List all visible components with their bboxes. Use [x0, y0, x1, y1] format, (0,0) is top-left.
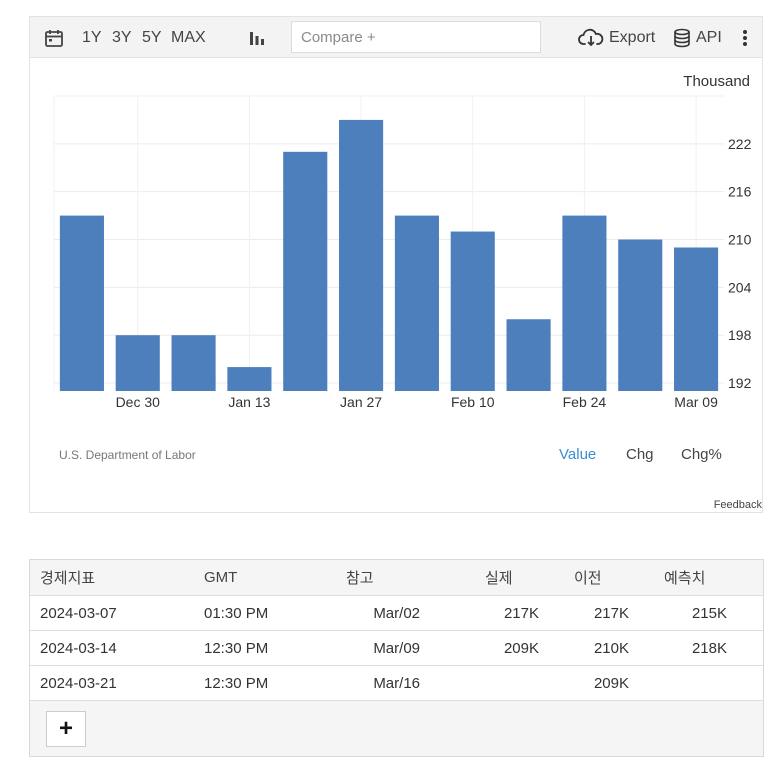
cell-previous: 209K	[593, 674, 629, 692]
table-row: 2024-03-07 01:30 PM Mar/02 217K 217K 215K	[30, 596, 763, 631]
cell-reference: Mar/02	[373, 604, 420, 622]
y-tick-label: 210	[728, 232, 752, 248]
bar-dec-30	[115, 335, 160, 391]
cell-actual	[450, 666, 539, 700]
source-label: U.S. Department of Labor	[59, 448, 196, 462]
x-tick-label: Mar 09	[674, 394, 718, 410]
view-value-option[interactable]: Value	[559, 446, 596, 463]
x-tick-label: Dec 30	[116, 394, 161, 410]
bar-jan-27	[339, 119, 384, 392]
cell-date: 2024-03-21	[40, 674, 117, 692]
x-tick-label: Jan 13	[228, 394, 270, 410]
y-tick-label: 192	[728, 375, 752, 391]
header-gmt: GMT	[204, 569, 238, 586]
cell-date: 2024-03-14	[40, 639, 117, 657]
header-actual: 실제	[485, 570, 513, 587]
table-header: 경제지표 GMT 참고 실제 이전 예측치	[30, 560, 763, 596]
y-tick-label: 216	[728, 184, 752, 200]
bar-jan-13	[227, 367, 272, 391]
cell-time: 12:30 PM	[204, 639, 269, 657]
table-body: 2024-03-07 01:30 PM Mar/02 217K 217K 215K 2024…	[30, 596, 763, 701]
y-tick-label: 204	[728, 279, 752, 295]
cell-forecast: 215K	[691, 604, 727, 622]
y-tick-label: 222	[728, 136, 752, 152]
cell-time: 01:30 PM	[204, 604, 269, 622]
header-indicator: 경제지표	[40, 570, 96, 587]
cell-reference: Mar/16	[373, 674, 420, 692]
table-footer: +	[30, 701, 763, 756]
bar-feb-24	[562, 215, 607, 391]
y-tick-label: 198	[728, 327, 752, 343]
bar-mar-02	[618, 239, 663, 391]
cell-reference: Mar/09	[373, 639, 420, 657]
cell-forecast: 218K	[691, 639, 727, 657]
bar-feb-17	[506, 319, 551, 391]
cell-previous: 217K	[593, 604, 629, 622]
x-tick-label: Feb 24	[563, 394, 607, 410]
header-previous: 이전	[574, 570, 602, 587]
cell-actual: 209K	[503, 639, 539, 657]
cell-previous: 210K	[593, 639, 629, 657]
cell-forecast	[630, 666, 727, 700]
chart-widget: 1Y 3Y 5Y MAX Export	[29, 16, 763, 513]
table-row: 2024-03-14 12:30 PM Mar/09 209K 210K 218K	[30, 631, 763, 666]
bar-dec-23	[59, 215, 104, 391]
bar-feb-10	[450, 231, 495, 391]
header-reference: 참고	[346, 570, 374, 587]
bar-mar-09	[674, 247, 719, 391]
bar-chart: 192 198 204 210 216 222 Dec 30 Jan 13 Jan 27 Feb …	[53, 95, 752, 410]
cell-actual: 217K	[503, 604, 539, 622]
view-chgpct-option[interactable]: Chg%	[681, 446, 722, 463]
bar-jan-20	[283, 151, 328, 391]
view-chg-option[interactable]: Chg	[626, 446, 654, 463]
header-forecast: 예측치	[664, 570, 706, 587]
calendar-table: 경제지표 GMT 참고 실제 이전 예측치 2024-03-07 01:30 PM…	[29, 559, 764, 757]
x-tick-label: Jan 27	[340, 394, 382, 410]
bar-feb-03	[394, 215, 439, 391]
cell-date: 2024-03-07	[40, 604, 117, 622]
bar-jan-06	[171, 335, 216, 391]
cell-time: 12:30 PM	[204, 674, 269, 692]
x-tick-label: Feb 10	[451, 394, 495, 410]
add-event-button[interactable]: +	[46, 711, 86, 747]
feedback-link[interactable]: Feedback	[714, 499, 762, 511]
table-row: 2024-03-21 12:30 PM Mar/16 209K	[30, 666, 763, 701]
